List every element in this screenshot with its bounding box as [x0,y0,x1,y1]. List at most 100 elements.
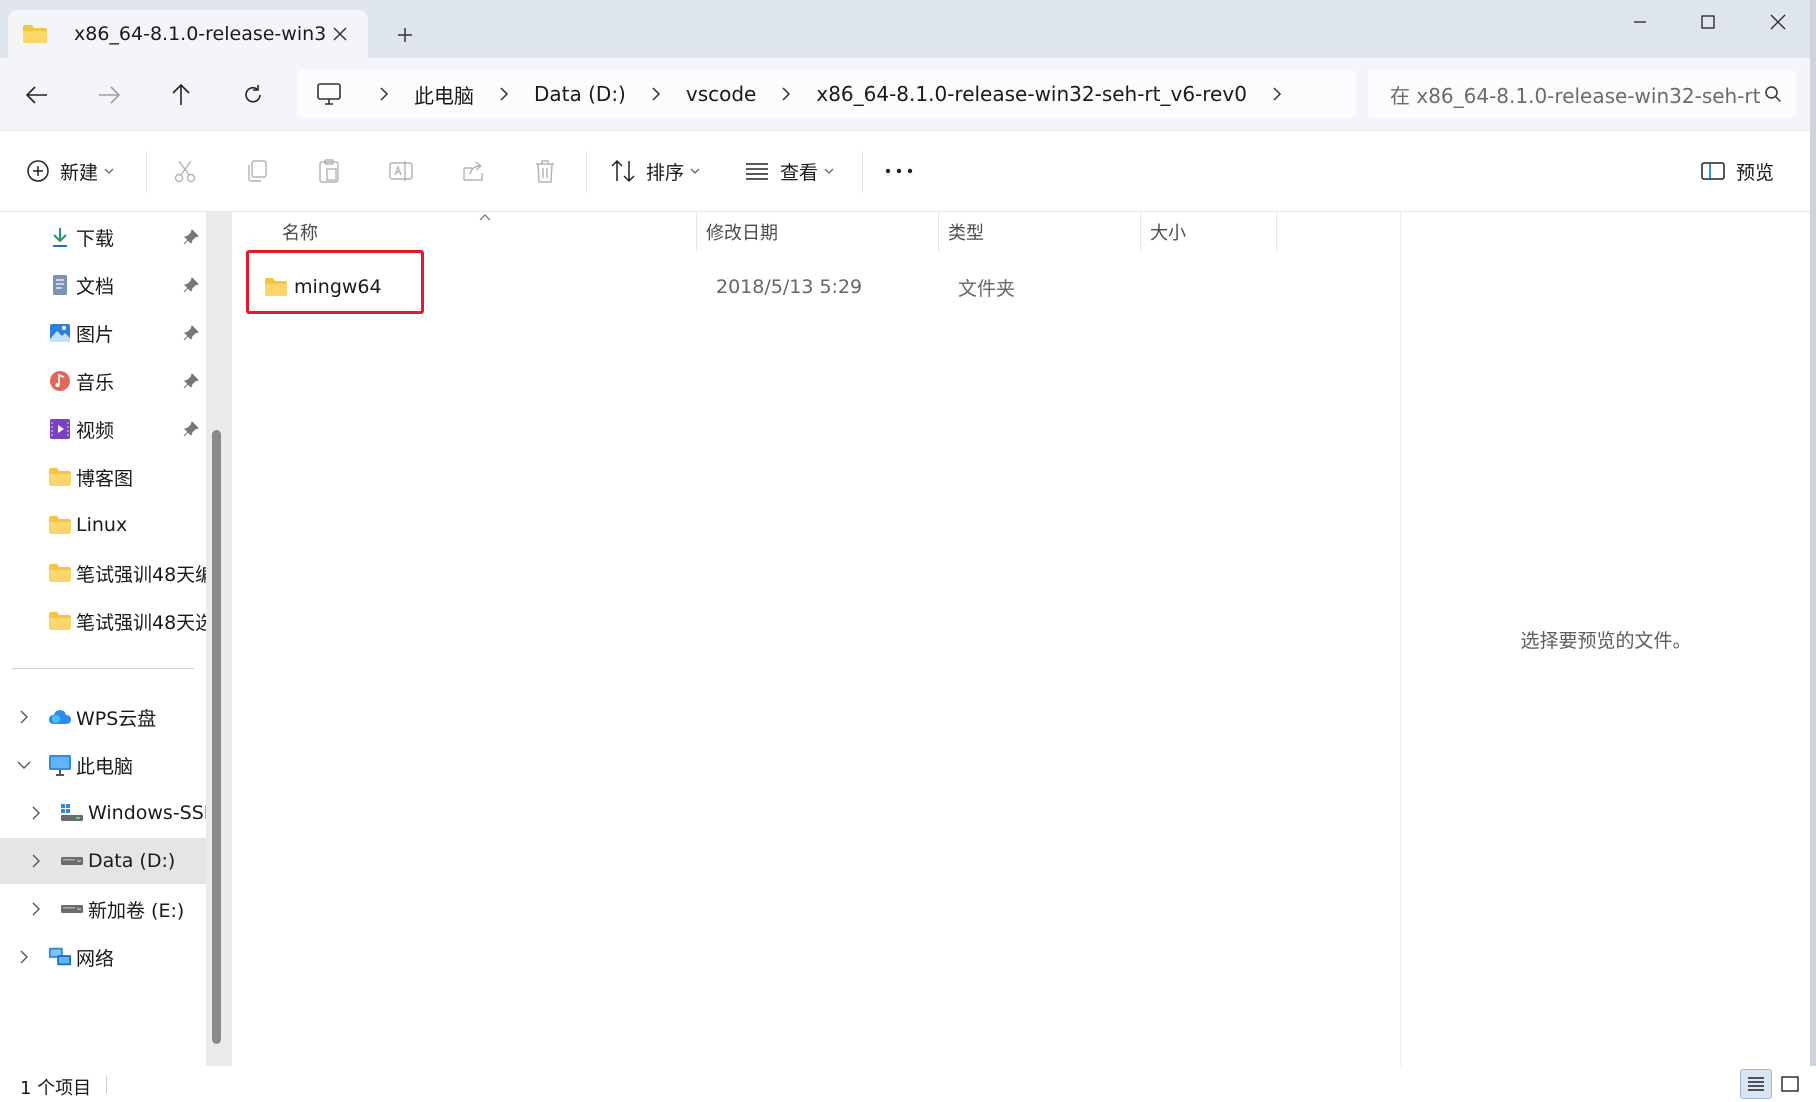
sidebar-item-wps-cloud[interactable]: WPS云盘 [0,694,206,740]
preview-pane-button[interactable]: 预览 [1700,149,1774,193]
chevron-right-icon[interactable] [26,899,46,919]
back-button[interactable] [16,74,58,116]
tiles-view-icon [1781,1076,1799,1092]
breadcrumb-data-drive[interactable]: Data (D:) [526,82,634,106]
sidebar-item-written-test-1[interactable]: 笔试强训48天编 [0,550,206,596]
more-icon [885,168,913,174]
search-box[interactable]: 在 x86_64-8.1.0-release-win32-seh-rt [1368,70,1796,118]
preview-pane-icon [1701,162,1725,180]
forward-button[interactable] [88,74,130,116]
sort-button[interactable]: 排序 [610,149,700,193]
copy-button[interactable] [244,149,270,193]
chevron-right-icon[interactable] [494,87,514,101]
column-divider[interactable] [1276,212,1277,252]
sidebar-item-downloads[interactable]: 下载 [0,214,206,260]
sidebar-item-this-pc[interactable]: 此电脑 [0,742,206,788]
divider [106,1076,107,1094]
chevron-right-icon[interactable] [26,803,46,823]
paste-button[interactable] [316,149,342,193]
share-icon [463,161,483,181]
minimize-button[interactable] [1604,0,1676,44]
breadcrumb-current-folder[interactable]: x86_64-8.1.0-release-win32-seh-rt_v6-rev… [808,82,1255,106]
refresh-icon [245,85,261,103]
breadcrumb-vscode[interactable]: vscode [678,82,765,106]
chevron-down-icon[interactable] [14,755,34,775]
more-options-button[interactable] [884,149,914,193]
breadcrumb-this-pc[interactable]: 此电脑 [406,80,482,109]
column-header-modified[interactable]: 修改日期 [706,212,936,252]
sidebar-item-data-drive[interactable]: Data (D:) [0,838,206,884]
status-bar: 1 个项目 [0,1066,1816,1102]
close-tab-icon[interactable] [326,20,354,48]
computer-icon [48,754,72,776]
tiles-view-button[interactable] [1774,1069,1806,1099]
sidebar-item-label: Data (D:) [88,850,176,872]
sidebar-item-label: 网络 [76,947,115,970]
details-view-button[interactable] [1740,1069,1772,1099]
chevron-right-icon[interactable] [776,87,796,101]
close-window-button[interactable] [1742,0,1814,44]
up-button[interactable] [160,74,202,116]
sidebar-item-pictures[interactable]: 图片 [0,310,206,356]
network-icon [48,946,72,968]
sidebar-item-documents[interactable]: 文档 [0,262,206,308]
arrow-right-icon [99,86,120,104]
list-view-icon [746,163,768,180]
column-divider[interactable] [1140,212,1141,252]
document-icon [48,274,72,296]
new-tab-button[interactable] [385,18,425,52]
new-button[interactable]: 新建 [26,149,114,193]
search-icon[interactable] [1764,85,1782,103]
refresh-button[interactable] [232,74,274,116]
chevron-right-icon[interactable] [14,707,34,727]
divider [146,151,147,193]
address-bar[interactable]: 此电脑 Data (D:) vscode x86_64-8.1.0-releas… [298,70,1356,118]
pin-icon[interactable] [182,420,200,438]
view-button[interactable]: 查看 [744,149,834,193]
pin-icon[interactable] [182,228,200,246]
pin-icon[interactable] [182,324,200,342]
pin-icon[interactable] [182,276,200,294]
tab-title: x86_64-8.1.0-release-win32-se [74,23,326,45]
chevron-right-icon[interactable] [374,87,394,101]
arrow-left-icon [26,86,47,104]
cloud-icon [48,706,72,728]
rename-button[interactable] [388,149,414,193]
sidebar-item-linux[interactable]: Linux [0,502,206,548]
tab-active[interactable]: x86_64-8.1.0-release-win32-se [8,10,368,58]
delete-button[interactable] [532,149,558,193]
folder-icon [48,610,72,632]
sidebar-item-label: 笔试强训48天编 [76,563,206,586]
sidebar-item-windows-ssd[interactable]: Windows-SSD [0,790,206,836]
chevron-right-icon[interactable] [1267,87,1287,101]
sidebar-item-music[interactable]: 音乐 [0,358,206,404]
sidebar-item-label: Windows-SSD [88,802,206,824]
cut-button[interactable] [172,149,198,193]
folder-icon [48,514,72,536]
sidebar-item-network[interactable]: 网络 [0,934,206,980]
maximize-button[interactable] [1672,0,1744,44]
file-type: 文件夹 [958,277,1016,300]
sidebar-item-written-test-2[interactable]: 笔试强训48天选 [0,598,206,644]
chevron-right-icon[interactable] [26,851,46,871]
column-header-type[interactable]: 类型 [948,212,1138,252]
folder-icon [48,562,72,584]
windows-drive-icon [60,802,84,824]
sidebar-item-new-volume-e[interactable]: 新加卷 (E:) [0,886,206,932]
sort-label: 排序 [646,161,685,184]
column-header-size[interactable]: 大小 [1150,212,1270,252]
sidebar-item-videos[interactable]: 视频 [0,406,206,452]
pin-icon[interactable] [182,372,200,390]
sidebar-scrollbar-thumb[interactable] [212,430,221,1044]
column-divider[interactable] [696,212,697,252]
share-button[interactable] [460,149,486,193]
chevron-right-icon[interactable] [14,947,34,967]
search-input[interactable]: 在 x86_64-8.1.0-release-win32-seh-rt [1390,80,1764,109]
column-divider[interactable] [938,212,939,252]
chevron-down-icon [824,168,834,174]
sidebar-item-blog-images[interactable]: 博客图 [0,454,206,500]
copy-icon [248,160,267,182]
chevron-right-icon[interactable] [646,87,666,101]
divider [12,668,194,669]
sidebar-item-label: 博客图 [76,467,134,490]
